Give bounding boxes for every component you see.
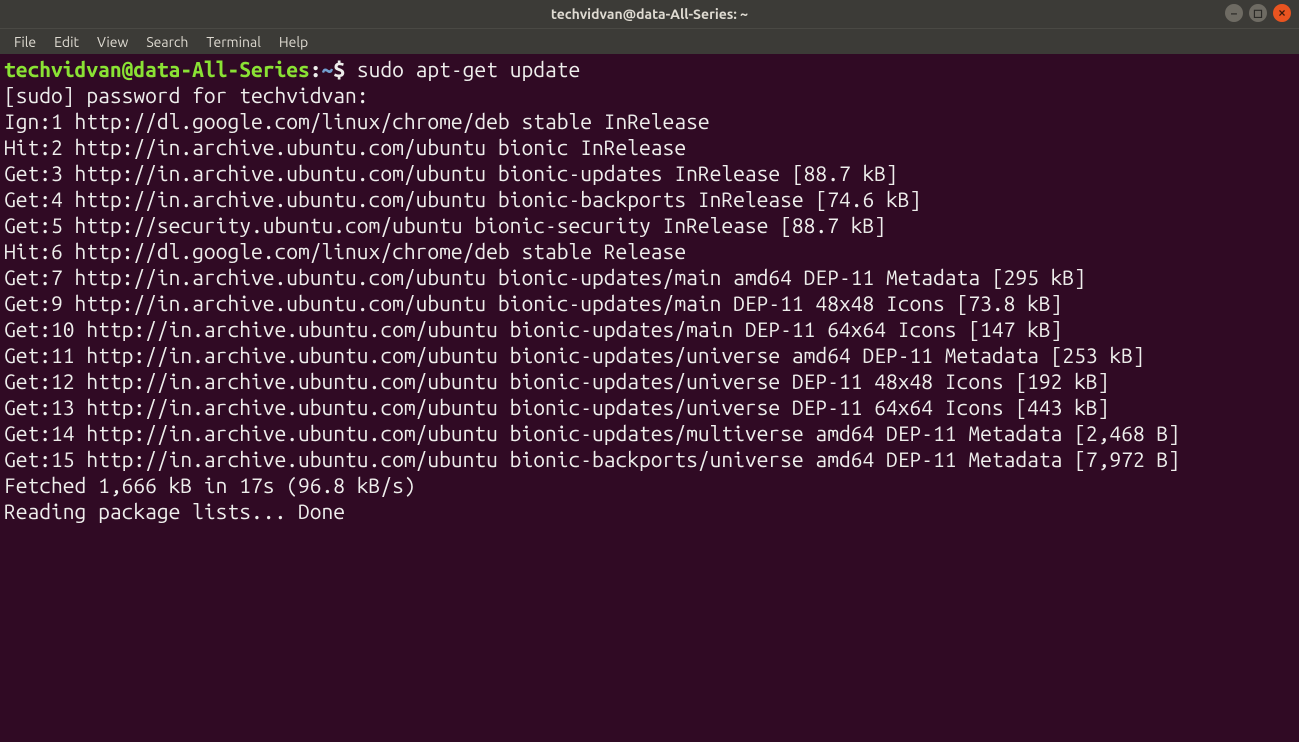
- menu-help[interactable]: Help: [271, 32, 316, 52]
- window-controls: – ◻ ×: [1225, 4, 1291, 22]
- maximize-button[interactable]: ◻: [1249, 4, 1267, 22]
- titlebar: techvidvan@data-All-Series: ~ – ◻ ×: [0, 0, 1299, 28]
- window-title: techvidvan@data-All-Series: ~: [551, 6, 748, 22]
- command-text: sudo apt-get update: [357, 57, 580, 81]
- close-button[interactable]: ×: [1273, 4, 1291, 22]
- menu-terminal[interactable]: Terminal: [198, 32, 269, 52]
- prompt-colon: :: [310, 57, 322, 81]
- prompt-path: ~: [322, 57, 334, 81]
- menu-file[interactable]: File: [6, 32, 44, 52]
- prompt-userhost: techvidvan@data-All-Series: [4, 57, 310, 81]
- menu-view[interactable]: View: [89, 32, 136, 52]
- terminal-area[interactable]: techvidvan@data-All-Series:~$ sudo apt-g…: [0, 54, 1299, 742]
- terminal-window: techvidvan@data-All-Series: ~ – ◻ × File…: [0, 0, 1299, 742]
- menu-edit[interactable]: Edit: [46, 32, 87, 52]
- terminal-output: [sudo] password for techvidvan: Ign:1 ht…: [4, 83, 1180, 523]
- menu-search[interactable]: Search: [138, 32, 196, 52]
- minimize-button[interactable]: –: [1225, 4, 1243, 22]
- menubar: File Edit View Search Terminal Help: [0, 28, 1299, 54]
- prompt-dollar: $: [333, 57, 357, 81]
